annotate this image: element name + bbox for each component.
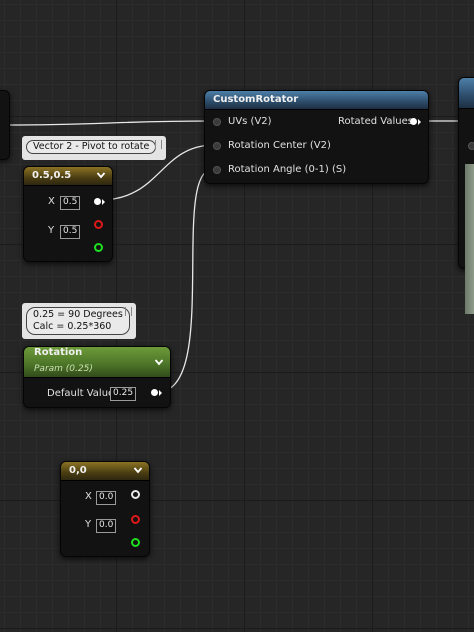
x-label: X [85,491,92,502]
output-pin-green[interactable] [131,538,140,547]
texture-preview [465,164,474,314]
output-label-rotated: Rotated Values [338,116,413,127]
output-pin-red[interactable] [94,220,103,229]
default-value-label: Default Value [47,388,115,399]
comment-rotation-line1: 0.25 = 90 Degrees [33,309,123,320]
pin-comment-icon[interactable] [125,307,132,316]
wire-uvs [0,120,214,126]
x-value-field[interactable]: 0.5 [60,196,81,210]
node-title: CustomRotator [213,94,299,105]
node-header[interactable]: 0.5,0.5 [24,167,112,186]
chevron-down-icon[interactable] [133,465,143,475]
node-header[interactable]: CustomRotator [205,91,428,110]
chevron-down-icon[interactable] [154,357,164,367]
pin-comment-icon[interactable] [155,140,162,149]
offscreen-right-node[interactable] [458,77,474,314]
output-pin-red[interactable] [131,515,140,524]
node-header[interactable]: 0,0 [61,462,149,481]
pin-arrow [418,119,421,125]
chevron-down-icon[interactable] [96,170,106,180]
output-pin-green[interactable] [94,243,103,252]
input-pin-uvs[interactable] [213,118,221,126]
pin-arrow [102,199,105,205]
input-label-center: Rotation Center (V2) [228,140,331,151]
input-label-angle: Rotation Angle (0-1) (S) [228,164,347,175]
node-title: 0,0 [69,465,87,476]
node-header[interactable]: Rotation Param (0.25) [24,347,170,378]
custom-rotator-node[interactable]: CustomRotator UVs (V2) Rotated Values Ro… [204,90,429,184]
input-pin-center[interactable] [213,142,221,150]
rotation-param-node[interactable]: Rotation Param (0.25) Default Value 0.25 [23,346,171,408]
pin-arrow [159,390,162,396]
comment-rotation-line2: Calc = 0.25*360 [33,321,112,332]
node-subtitle: Param (0.25) [34,364,93,374]
y-value-field[interactable]: 0.5 [60,225,81,239]
constant-node-zero[interactable]: 0,0 X 0.0 Y 0.0 [60,461,150,557]
y-value-field[interactable]: 0.0 [96,519,117,533]
output-pin-white[interactable] [94,198,101,205]
default-value-field[interactable]: 0.25 [110,387,137,401]
output-pin-rotated[interactable] [410,118,417,125]
node-title: 0.5,0.5 [32,170,72,181]
comment-bubble-rotation[interactable]: 0.25 = 90 Degrees Calc = 0.25*360 [22,303,136,339]
output-pin-white[interactable] [131,490,140,499]
y-label: Y [85,519,92,530]
input-pin-angle[interactable] [213,166,221,174]
output-pin-white[interactable] [151,389,158,396]
comment-bubble-pivot[interactable]: Vector 2 - Pivot to rotate [22,136,166,160]
x-value-field[interactable]: 0.0 [96,491,117,505]
offscreen-input-pin[interactable] [468,142,474,150]
constant-node-pivot[interactable]: 0.5,0.5 X 0.5 Y 0.5 [23,166,113,262]
comment-pivot-text: Vector 2 - Pivot to rotate [26,140,157,154]
node-title: Rotation [34,347,83,358]
y-label: Y [48,225,55,236]
input-label-uvs: UVs (V2) [228,116,272,127]
offscreen-left-node[interactable] [0,90,10,160]
x-label: X [48,196,55,207]
offscreen-right-node-header [459,78,474,109]
comment-rotation-text: 0.25 = 90 Degrees Calc = 0.25*360 [26,307,130,335]
